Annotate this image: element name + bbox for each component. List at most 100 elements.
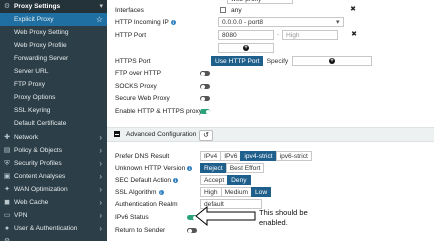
secure-web-proxy-label: Secure Web Proxy bbox=[115, 95, 170, 102]
chevron-right-icon: › bbox=[99, 224, 102, 233]
close-icon[interactable]: ✖ bbox=[349, 30, 359, 40]
socks-proxy-toggle[interactable] bbox=[200, 84, 210, 89]
sidebar-item-label: Web Proxy Profile bbox=[14, 42, 67, 49]
sec-default-action-text: SEC Default Action bbox=[115, 177, 172, 184]
top-field[interactable]: web-proxy bbox=[227, 0, 293, 4]
unknown-http-version-option[interactable]: Reject bbox=[200, 163, 227, 173]
ipv6-status-label: IPv6 Status bbox=[115, 214, 149, 221]
add-https-port-button[interactable]: + bbox=[292, 56, 372, 66]
ssl-algorithm-label: SSL Algorithm i bbox=[115, 189, 164, 196]
prefer-dns-option[interactable]: ipv4-strict bbox=[240, 151, 277, 161]
sidebar-item-label: Network bbox=[14, 134, 39, 141]
sidebar-item-vpn[interactable]: ▭ VPN › bbox=[0, 209, 107, 222]
prefer-dns-option[interactable]: ipv6-strict bbox=[275, 151, 312, 161]
advanced-configuration-header[interactable]: Advanced Configuration ↺ bbox=[107, 127, 434, 142]
sidebar-item-ftp-proxy[interactable]: FTP Proxy bbox=[0, 78, 107, 91]
http-incoming-ip-select[interactable]: 0.0.0.0 - port8 bbox=[218, 17, 344, 27]
plus-icon: + bbox=[329, 58, 335, 64]
prefer-dns-label: Prefer DNS Result bbox=[115, 153, 170, 160]
prefer-dns-selector[interactable]: IPv4 IPv6 ipv4-strict ipv6-strict bbox=[200, 151, 312, 161]
chevron-right-icon: › bbox=[99, 185, 102, 194]
ssl-algorithm-selector[interactable]: High Medium Low bbox=[200, 187, 272, 197]
policy-icon: ▤ bbox=[3, 147, 11, 154]
http-incoming-ip-text: HTTP Incoming IP bbox=[115, 19, 169, 26]
return-to-sender-label: Return to Sender bbox=[115, 227, 166, 234]
ssl-algorithm-text: SSL Algorithm bbox=[115, 189, 157, 196]
https-port-use-http-option[interactable]: Use HTTP Port bbox=[211, 56, 264, 66]
sidebar-item-label: User & Authentication bbox=[14, 225, 78, 232]
https-port-mode-toggle[interactable]: Use HTTP Port Specify bbox=[211, 56, 293, 66]
https-port-specify-option[interactable]: Specify bbox=[262, 56, 293, 66]
info-icon: i bbox=[173, 177, 179, 183]
sidebar-item-web-proxy-setting[interactable]: Web Proxy Setting bbox=[0, 26, 107, 39]
sidebar-item-label: Forwarding Server bbox=[14, 55, 69, 62]
sec-default-action-option[interactable]: Accept bbox=[200, 175, 229, 185]
sidebar-item-label: Policy & Objects bbox=[14, 147, 63, 154]
sidebar-item-server-url[interactable]: Server URL bbox=[0, 65, 107, 78]
sidebar-item-content-analyses[interactable]: ▣ Content Analyses › bbox=[0, 170, 107, 183]
sidebar-item-default-certificate[interactable]: Default Certificate bbox=[0, 117, 107, 130]
collapse-icon[interactable] bbox=[114, 131, 120, 137]
chevron-right-icon: › bbox=[99, 198, 102, 207]
port-range-dash: - bbox=[277, 31, 280, 38]
sidebar-item-proxy-options[interactable]: Proxy Options bbox=[0, 91, 107, 104]
sidebar-item-forwarding-server[interactable]: Forwarding Server bbox=[0, 52, 107, 65]
info-icon: i bbox=[187, 165, 193, 171]
sidebar-item-security-profiles[interactable]: ⛨ Security Profiles › bbox=[0, 157, 107, 170]
http-incoming-ip-label: HTTP Incoming IP i bbox=[115, 19, 176, 26]
sidebar-item-label: Content Analyses bbox=[14, 173, 66, 180]
star-icon[interactable]: ☆ bbox=[96, 13, 103, 26]
sec-default-action-selector[interactable]: Accept Deny bbox=[200, 175, 251, 185]
ssl-algorithm-option[interactable]: Medium bbox=[220, 187, 253, 197]
annotation-arrow-icon bbox=[195, 206, 256, 226]
plus-icon: + bbox=[243, 45, 249, 51]
sidebar-item-label: Explicit Proxy bbox=[14, 16, 54, 23]
ssl-algorithm-option[interactable]: Low bbox=[251, 187, 272, 197]
sidebar-item-label: Web Cache bbox=[14, 199, 49, 206]
sidebar-item-label: Security Profiles bbox=[14, 160, 62, 167]
sidebar-item-label: Proxy Options bbox=[14, 94, 56, 101]
interfaces-any-checkbox[interactable] bbox=[220, 7, 226, 13]
secure-web-proxy-toggle[interactable] bbox=[200, 96, 210, 101]
sec-default-action-option[interactable]: Deny bbox=[227, 175, 251, 185]
https-port-label: HTTPS Port bbox=[115, 58, 151, 65]
unknown-http-version-text: Unknown HTTP Version bbox=[115, 165, 186, 172]
close-icon[interactable]: ✖ bbox=[348, 5, 358, 15]
chevron-right-icon: › bbox=[99, 133, 102, 142]
settings-icon: ⚙ bbox=[3, 235, 11, 241]
sidebar-item-web-proxy-profile[interactable]: Web Proxy Profile bbox=[0, 39, 107, 52]
security-profiles-icon: ⛨ bbox=[4, 160, 10, 167]
sidebar-item-label: Default Certificate bbox=[14, 120, 67, 127]
return-to-sender-toggle[interactable] bbox=[187, 228, 197, 233]
add-port-button[interactable]: + bbox=[218, 43, 274, 53]
unknown-http-version-selector[interactable]: Reject Best Effort bbox=[200, 163, 265, 173]
http-port-high-input[interactable]: High bbox=[282, 30, 338, 40]
sidebar-item-user-authentication[interactable]: ● User & Authentication › bbox=[0, 222, 107, 235]
sidebar-item-ssl-keyring[interactable]: SSL Keyring bbox=[0, 104, 107, 117]
sidebar-item-network[interactable]: ✚ Network › bbox=[0, 131, 107, 144]
interfaces-any-label: any bbox=[231, 7, 242, 14]
sidebar-item-wan-optimization[interactable]: ✦ WAN Optimization › bbox=[0, 183, 107, 196]
chevron-right-icon: › bbox=[99, 159, 102, 168]
unknown-http-version-option[interactable]: Best Effort bbox=[225, 163, 265, 173]
enable-http-https-toggle[interactable] bbox=[200, 109, 210, 114]
ssl-algorithm-option[interactable]: High bbox=[200, 187, 222, 197]
info-icon: i bbox=[158, 189, 164, 195]
socks-proxy-label: SOCKS Proxy bbox=[115, 83, 157, 90]
http-port-low-input[interactable]: 8080 bbox=[218, 30, 274, 40]
sidebar-item-partial[interactable]: ⚙ bbox=[0, 235, 107, 241]
prefer-dns-option[interactable]: IPv4 bbox=[200, 151, 222, 161]
sidebar-item-web-cache[interactable]: ◼ Web Cache › bbox=[0, 196, 107, 209]
sidebar-item-label: VPN bbox=[14, 212, 28, 219]
sidebar-item-policy-objects[interactable]: ▤ Policy & Objects › bbox=[0, 144, 107, 157]
ftp-over-http-toggle[interactable] bbox=[200, 71, 210, 76]
sidebar-item-label: WAN Optimization bbox=[14, 186, 68, 193]
network-icon: ✚ bbox=[4, 134, 10, 141]
sidebar-group-proxy-settings[interactable]: ⚙ Proxy Settings ▾ bbox=[0, 0, 107, 13]
prefer-dns-option[interactable]: IPv6 bbox=[220, 151, 242, 161]
main-panel: web-proxy Interfaces any ✖ HTTP Incoming… bbox=[107, 0, 434, 241]
enable-http-https-label: Enable HTTP & HTTPS proxy bbox=[115, 108, 203, 115]
revert-icon[interactable]: ↺ bbox=[199, 130, 213, 141]
sidebar-item-explicit-proxy[interactable]: Explicit Proxy ☆ bbox=[0, 13, 107, 26]
advanced-configuration-title: Advanced Configuration bbox=[126, 131, 197, 138]
